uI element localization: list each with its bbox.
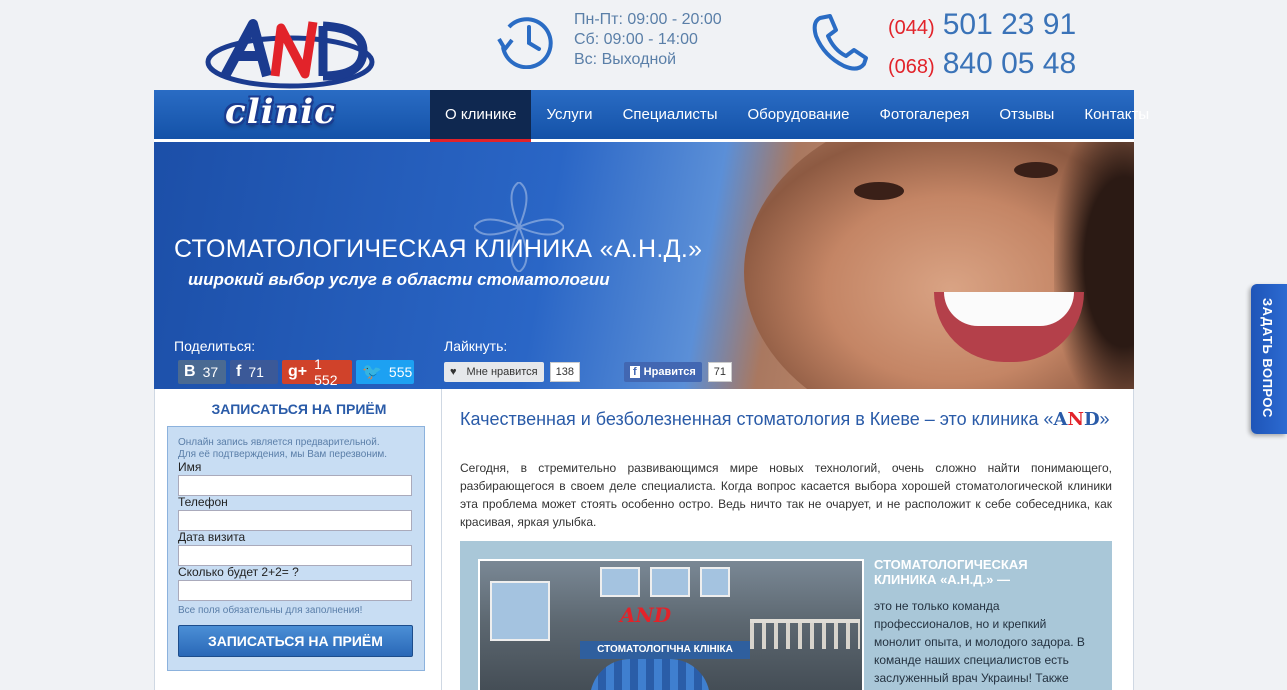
phone-code: (068) bbox=[888, 56, 935, 78]
share-count: 555 bbox=[388, 364, 413, 380]
heading-text: Качественная и безболезненная стоматолог… bbox=[460, 409, 1054, 429]
hero-hair bbox=[1054, 142, 1134, 389]
twitter-icon: 🐦 bbox=[362, 364, 382, 381]
phone-row-2[interactable]: (068) 840 05 48 bbox=[888, 47, 1076, 86]
ask-question-label: ЗАДАТЬ ВОПРОС bbox=[1260, 298, 1275, 418]
vk-like-widget: ♥ Мне нравится 138 bbox=[444, 362, 580, 382]
photo-balcony bbox=[750, 619, 860, 649]
phone-number: 501 23 91 bbox=[942, 8, 1077, 41]
phone-numbers: (044) 501 23 91 (068) 840 05 48 bbox=[888, 8, 1076, 86]
nav-item-specialists[interactable]: Специалисты bbox=[608, 90, 733, 142]
photo-window bbox=[490, 581, 550, 641]
info-text: СТОМАТОЛОГИЧЕСКАЯ КЛИНИКА «А.Н.Д.» — это… bbox=[874, 557, 1092, 687]
fb-like-button[interactable]: f Нравится bbox=[624, 362, 702, 382]
nav-item-reviews[interactable]: Отзывы bbox=[984, 90, 1069, 142]
vk-icon: B bbox=[184, 363, 196, 380]
phone-field[interactable] bbox=[178, 510, 412, 531]
nav-item-equipment[interactable]: Оборудование bbox=[732, 90, 864, 142]
share-facebook-button[interactable]: f 71 bbox=[230, 360, 278, 384]
hero-banner: СТОМАТОЛОГИЧЕСКАЯ КЛИНИКА «А.Н.Д.» широк… bbox=[154, 142, 1134, 389]
photo-window bbox=[700, 567, 730, 597]
brand-name: AND bbox=[1054, 409, 1100, 430]
clinic-info-box: AND СТОМАТОЛОГІЧНА КЛІНІКА СТОМАТОЛОГИЧЕ… bbox=[460, 541, 1112, 690]
phone-icon bbox=[812, 14, 868, 71]
vk-like-count: 138 bbox=[549, 362, 580, 382]
phone-number: 840 05 48 bbox=[942, 47, 1077, 80]
share-googleplus-button[interactable]: g+ 1 552 bbox=[282, 356, 352, 388]
share-buttons: B 37 f 71 g+ 1 552 🐦 555 bbox=[178, 356, 414, 388]
phone-row-1[interactable]: (044) 501 23 91 bbox=[888, 8, 1076, 47]
fb-like-count: 71 bbox=[707, 362, 733, 382]
nav-item-contacts[interactable]: Контакты bbox=[1069, 90, 1164, 142]
logo-clinic-text: clinic bbox=[225, 92, 336, 132]
main-content: Качественная и безболезненная стоматолог… bbox=[442, 389, 1134, 690]
site-header: clinic Пн-Пт: 09:00 - 20:00 Сб: 09:00 - … bbox=[0, 0, 1287, 132]
appointment-form: Онлайн запись является предварительной. … bbox=[167, 426, 425, 671]
working-hours: Пн-Пт: 09:00 - 20:00 Сб: 09:00 - 14:00 В… bbox=[574, 10, 722, 70]
ask-question-tab[interactable]: ЗАДАТЬ ВОПРОС bbox=[1251, 284, 1287, 434]
hours-saturday: Сб: 09:00 - 14:00 bbox=[574, 31, 698, 48]
fb-like-widget: f Нравится 71 bbox=[624, 362, 733, 382]
hero-eye-right bbox=[1014, 162, 1058, 178]
hours-weekdays: Пн-Пт: 09:00 - 20:00 bbox=[574, 11, 722, 28]
hero-subtitle: широкий выбор услуг в области стоматолог… bbox=[188, 270, 610, 289]
share-vk-button[interactable]: B 37 bbox=[178, 360, 226, 384]
share-twitter-button[interactable]: 🐦 555 bbox=[356, 360, 414, 384]
hero-teeth bbox=[944, 292, 1074, 326]
captcha-label: Сколько будет 2+2= ? bbox=[178, 565, 299, 579]
submit-appointment-button[interactable]: ЗАПИСАТЬСЯ НА ПРИЁМ bbox=[178, 625, 413, 657]
nav-item-services[interactable]: Услуги bbox=[531, 90, 607, 142]
required-note: Все поля обязательны для заполнения! bbox=[178, 605, 363, 616]
facebook-icon: f bbox=[236, 363, 242, 380]
share-count: 1 552 bbox=[314, 356, 338, 388]
info-heading: СТОМАТОЛОГИЧЕСКАЯ КЛИНИКА «А.Н.Д.» — bbox=[874, 557, 1028, 587]
clock-icon bbox=[497, 17, 553, 69]
fb-like-label: Нравится bbox=[643, 366, 696, 378]
phone-code: (044) bbox=[888, 17, 935, 39]
form-note: Онлайн запись является предварительной. … bbox=[178, 437, 387, 461]
share-count: 71 bbox=[248, 364, 264, 380]
photo-window bbox=[650, 567, 690, 597]
hero-title: СТОМАТОЛОГИЧЕСКАЯ КЛИНИКА «А.Н.Д.» bbox=[174, 235, 703, 263]
brand-letter: N bbox=[1067, 409, 1084, 430]
site-logo[interactable]: clinic bbox=[205, 14, 375, 132]
brand-letter: D bbox=[1083, 409, 1100, 430]
intro-paragraph: Сегодня, в стремительно развивающимся ми… bbox=[460, 461, 1112, 529]
vk-like-button[interactable]: ♥ Мне нравится bbox=[444, 362, 544, 382]
clinic-building-photo: AND СТОМАТОЛОГІЧНА КЛІНІКА bbox=[478, 559, 864, 690]
hero-eye-left bbox=[854, 182, 904, 200]
info-body: это не только команда профессионалов, но… bbox=[874, 599, 1085, 685]
captcha-field[interactable] bbox=[178, 580, 412, 601]
like-label: Лайкнуть: bbox=[444, 338, 508, 354]
appointment-title: ЗАПИСАТЬСЯ НА ПРИЁМ bbox=[211, 401, 387, 417]
date-label: Дата визита bbox=[178, 530, 246, 544]
heart-icon: ♥ bbox=[450, 366, 457, 378]
photo-awning bbox=[590, 659, 710, 690]
nav-item-gallery[interactable]: Фотогалерея bbox=[865, 90, 985, 142]
heading-text: » bbox=[1099, 409, 1110, 429]
name-label: Имя bbox=[178, 460, 202, 474]
nav-item-about[interactable]: О клинике bbox=[430, 90, 532, 142]
googleplus-icon: g+ bbox=[288, 363, 308, 380]
hours-sunday: Вс: Выходной bbox=[574, 51, 677, 68]
photo-window bbox=[600, 567, 640, 597]
name-field[interactable] bbox=[178, 475, 412, 496]
date-field[interactable] bbox=[178, 545, 412, 566]
and-logo-icon bbox=[205, 19, 375, 89]
brand-letter: A bbox=[1053, 409, 1068, 430]
vk-like-label: Мне нравится bbox=[466, 366, 538, 378]
share-count: 37 bbox=[202, 364, 219, 380]
appointment-sidebar: ЗАПИСАТЬСЯ НА ПРИЁМ Онлайн запись являет… bbox=[154, 389, 442, 690]
share-label: Поделиться: bbox=[174, 338, 256, 354]
main-heading: Качественная и безболезненная стоматолог… bbox=[460, 409, 1110, 430]
form-note-line: Для её подтверждения, мы Вам перезвоним. bbox=[178, 449, 388, 460]
phone-label: Телефон bbox=[178, 495, 228, 509]
photo-logo: AND bbox=[620, 603, 672, 627]
photo-sign: СТОМАТОЛОГІЧНА КЛІНІКА bbox=[580, 641, 750, 659]
form-note-line: Онлайн запись является предварительной. bbox=[178, 437, 380, 448]
facebook-icon: f bbox=[630, 366, 640, 378]
